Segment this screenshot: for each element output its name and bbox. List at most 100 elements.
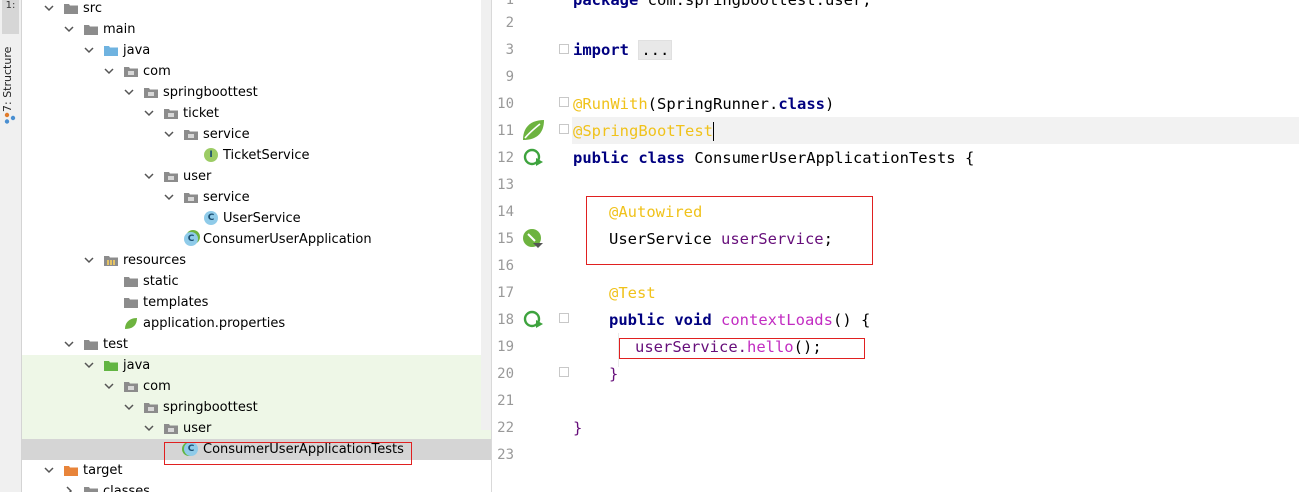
folded-imports[interactable]: ... xyxy=(638,40,673,60)
tree-row[interactable]: static xyxy=(22,271,491,292)
project-tab[interactable]: 1: xyxy=(2,0,19,34)
fold-method-end-marker[interactable] xyxy=(559,367,569,377)
line-number[interactable]: 16 xyxy=(492,253,514,280)
package-icon xyxy=(144,403,158,413)
tree-item-label: ConsumerUserApplication xyxy=(203,232,372,247)
tree-row[interactable]: service xyxy=(22,124,491,145)
tree-row[interactable]: user xyxy=(22,166,491,187)
run-test-class-icon[interactable] xyxy=(522,147,544,167)
chevron-down-icon[interactable] xyxy=(124,402,134,412)
resources-folder-icon xyxy=(104,256,118,266)
code-line-12[interactable]: public class ConsumerUserApplicationTest… xyxy=(573,145,974,172)
line-number[interactable]: 23 xyxy=(492,442,514,469)
chevron-down-icon[interactable] xyxy=(164,129,174,139)
tree-item-label: user xyxy=(183,169,212,184)
line-number[interactable]: 19 xyxy=(492,334,514,361)
code-editor[interactable]: package com.springboottest.user; import … xyxy=(572,0,1299,492)
tree-row[interactable]: test xyxy=(22,334,491,355)
code-line-18[interactable]: public void contextLoads() { xyxy=(609,307,870,334)
tree-row[interactable]: ticket xyxy=(22,103,491,124)
tree-row[interactable]: springboottest xyxy=(22,397,491,418)
fold-import-marker[interactable] xyxy=(559,44,569,54)
tree-row[interactable]: C UserService xyxy=(22,208,491,229)
tree-scrollbar[interactable] xyxy=(481,0,491,430)
run-test-method-icon[interactable] xyxy=(522,309,544,329)
line-number[interactable]: 9 xyxy=(492,64,514,91)
tree-row[interactable]: com xyxy=(22,61,491,82)
line-number[interactable]: 2 xyxy=(492,10,514,37)
chevron-down-icon[interactable] xyxy=(84,360,94,370)
chevron-down-icon[interactable] xyxy=(44,3,54,13)
tree-row[interactable]: user xyxy=(22,418,491,439)
line-number[interactable]: 10 xyxy=(492,91,514,118)
folder-icon xyxy=(84,340,98,350)
fold-class-marker-2[interactable] xyxy=(559,124,569,134)
tree-row[interactable]: C ConsumerUserApplication xyxy=(22,229,491,250)
code-line-22[interactable]: } xyxy=(573,415,582,442)
tree-item-label: static xyxy=(143,274,179,289)
line-number[interactable]: 12 xyxy=(492,145,514,172)
code-line-20[interactable]: } xyxy=(609,361,618,388)
tree-row[interactable]: target xyxy=(22,460,491,481)
tree-item-label: test xyxy=(103,337,128,352)
line-number[interactable]: 21 xyxy=(492,388,514,415)
code-line-19[interactable]: userService.hello(); xyxy=(635,334,822,361)
tree-row[interactable]: java xyxy=(22,355,491,376)
line-number[interactable]: 3 xyxy=(492,37,514,64)
fold-method-start-marker[interactable] xyxy=(559,313,569,323)
tree-row[interactable]: com xyxy=(22,376,491,397)
chevron-right-icon[interactable] xyxy=(64,486,74,492)
code-line-15[interactable]: UserService userService; xyxy=(609,226,833,253)
package-icon xyxy=(124,382,138,392)
fold-class-marker[interactable] xyxy=(559,97,569,107)
line-number[interactable]: 22 xyxy=(492,415,514,442)
code-line-1[interactable]: package com.springboottest.user; xyxy=(573,0,872,14)
structure-icon xyxy=(4,112,16,124)
tree-row[interactable]: springboottest xyxy=(22,82,491,103)
code-line-11[interactable]: @SpringBootTest xyxy=(573,118,714,145)
code-line-10[interactable]: @RunWith(SpringRunner.class) xyxy=(573,91,834,118)
code-line-3[interactable]: import ... xyxy=(573,37,673,64)
tree-row[interactable]: I TicketService xyxy=(22,145,491,166)
line-number[interactable]: 13 xyxy=(492,172,514,199)
chevron-down-icon[interactable] xyxy=(104,66,114,76)
package-icon xyxy=(184,193,198,203)
text-caret xyxy=(712,122,714,141)
tree-row[interactable]: service xyxy=(22,187,491,208)
chevron-down-icon[interactable] xyxy=(144,423,154,433)
tree-row[interactable]: classes xyxy=(22,481,491,492)
tree-row[interactable]: src xyxy=(22,0,491,19)
line-number[interactable]: 11 xyxy=(492,118,514,145)
chevron-down-icon[interactable] xyxy=(144,108,154,118)
line-number[interactable]: 20 xyxy=(492,361,514,388)
chevron-down-icon[interactable] xyxy=(124,87,134,97)
line-number[interactable]: 17 xyxy=(492,280,514,307)
chevron-down-icon[interactable] xyxy=(84,255,94,265)
spring-boot-class-icon: C xyxy=(184,232,198,246)
chevron-down-icon[interactable] xyxy=(144,171,154,181)
spring-bean-icon[interactable] xyxy=(520,118,546,142)
structure-tab[interactable]: 7: Structure xyxy=(1,46,20,112)
line-number[interactable]: 14 xyxy=(492,199,514,226)
chevron-down-icon[interactable] xyxy=(84,45,94,55)
chevron-down-icon[interactable] xyxy=(164,192,174,202)
tree-row[interactable]: C ConsumerUserApplicationTests xyxy=(22,439,491,460)
tree-row[interactable]: application.properties xyxy=(22,313,491,334)
tree-item-label: springboottest xyxy=(163,85,258,100)
class-icon: C xyxy=(204,211,218,225)
chevron-down-icon[interactable] xyxy=(44,465,54,475)
line-number[interactable]: 18 xyxy=(492,307,514,334)
tree-row[interactable]: resources xyxy=(22,250,491,271)
tree-row[interactable]: java xyxy=(22,40,491,61)
chevron-down-icon[interactable] xyxy=(64,24,74,34)
tree-item-label: java xyxy=(123,358,151,373)
project-tab-number: 1: xyxy=(5,0,16,11)
tree-row[interactable]: templates xyxy=(22,292,491,313)
chevron-down-icon[interactable] xyxy=(104,381,114,391)
line-number[interactable]: 15 xyxy=(492,226,514,253)
code-line-17[interactable]: @Test xyxy=(609,280,656,307)
chevron-down-icon[interactable] xyxy=(64,339,74,349)
autowired-navigate-icon[interactable] xyxy=(522,228,544,250)
code-line-14[interactable]: @Autowired xyxy=(609,199,702,226)
tree-row[interactable]: main xyxy=(22,19,491,40)
